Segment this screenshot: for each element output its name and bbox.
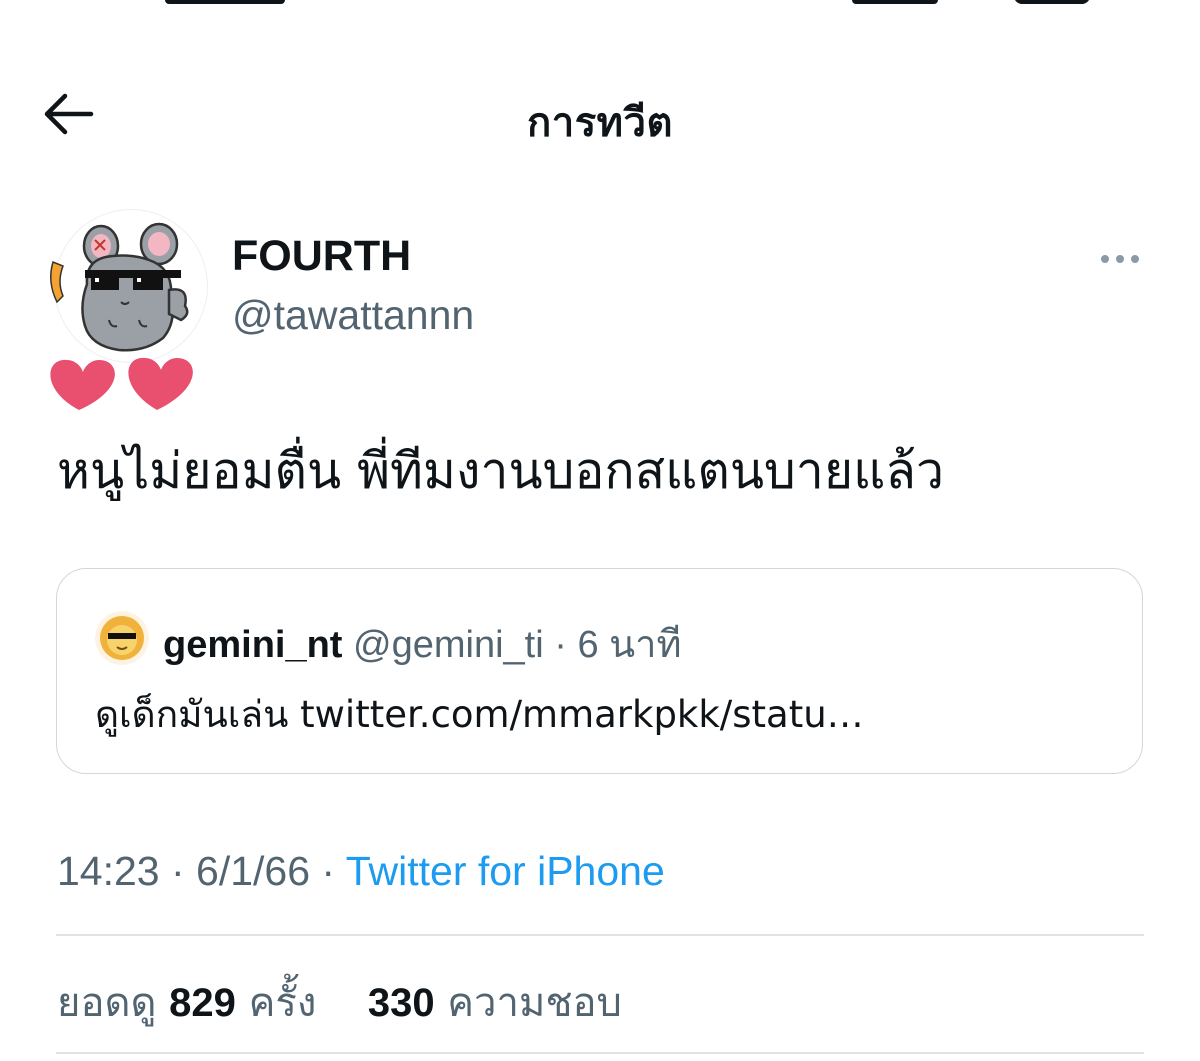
views-stat[interactable]: ยอดดู 829 ครั้ง (57, 980, 329, 1026)
status-bar-battery-icon (1014, 0, 1090, 4)
more-horizontal-icon (1101, 255, 1139, 263)
divider (56, 934, 1144, 936)
likes-label: ความชอบ (447, 980, 622, 1026)
quote-author-name[interactable]: gemini_nt (163, 624, 342, 666)
quote-text: ดูเด็กมันเล่น twitter.com/mmarkpkk/statu… (95, 693, 864, 736)
lion-avatar-image (95, 611, 149, 665)
tweet-text: หนูไม่ยอมตื่น พี่ทีมงานบอกสแตนบายแล้ว (57, 442, 945, 500)
quoted-tweet-card[interactable]: gemini_nt @gemini_ti · 6 นาที ดูเด็กมันเ… (56, 568, 1143, 774)
likes-count: 330 (367, 981, 435, 1025)
more-options-button[interactable] (1096, 244, 1144, 274)
views-label: ยอดดู (57, 980, 157, 1026)
status-bar-signal-icon (852, 0, 938, 4)
quote-author-meta: @gemini_ti · 6 นาที (342, 624, 682, 666)
author-avatar[interactable] (50, 210, 207, 410)
author-display-name[interactable]: FOURTH (232, 232, 411, 281)
tweet-detail-page: การทวีต FOURTH @tawattannn หนูไม่ยอมตื่น… (0, 0, 1200, 1061)
tweet-timestamp-line: 14:23 · 6/1/66 · Twitter for iPhone (57, 848, 665, 895)
quote-header: gemini_nt @gemini_ti · 6 นาที (163, 613, 682, 674)
quote-author-avatar[interactable] (95, 611, 149, 665)
top-navigation-bar: การทวีต (0, 72, 1200, 162)
divider (56, 1052, 1144, 1054)
status-bar-time (165, 0, 285, 4)
author-handle[interactable]: @tawattannn (232, 292, 474, 339)
views-unit: ครั้ง (248, 980, 317, 1026)
likes-stat[interactable]: 330 ความชอบ (355, 980, 622, 1026)
views-count: 829 (169, 981, 236, 1025)
tweet-stats: ยอดดู 829 ครั้ง 330 ความชอบ (57, 970, 622, 1034)
tweet-timestamp: 14:23 · 6/1/66 · (57, 848, 346, 894)
tweet-source-link[interactable]: Twitter for iPhone (346, 848, 665, 894)
page-title: การทวีต (527, 100, 673, 146)
chinchilla-avatar-image (50, 222, 193, 410)
